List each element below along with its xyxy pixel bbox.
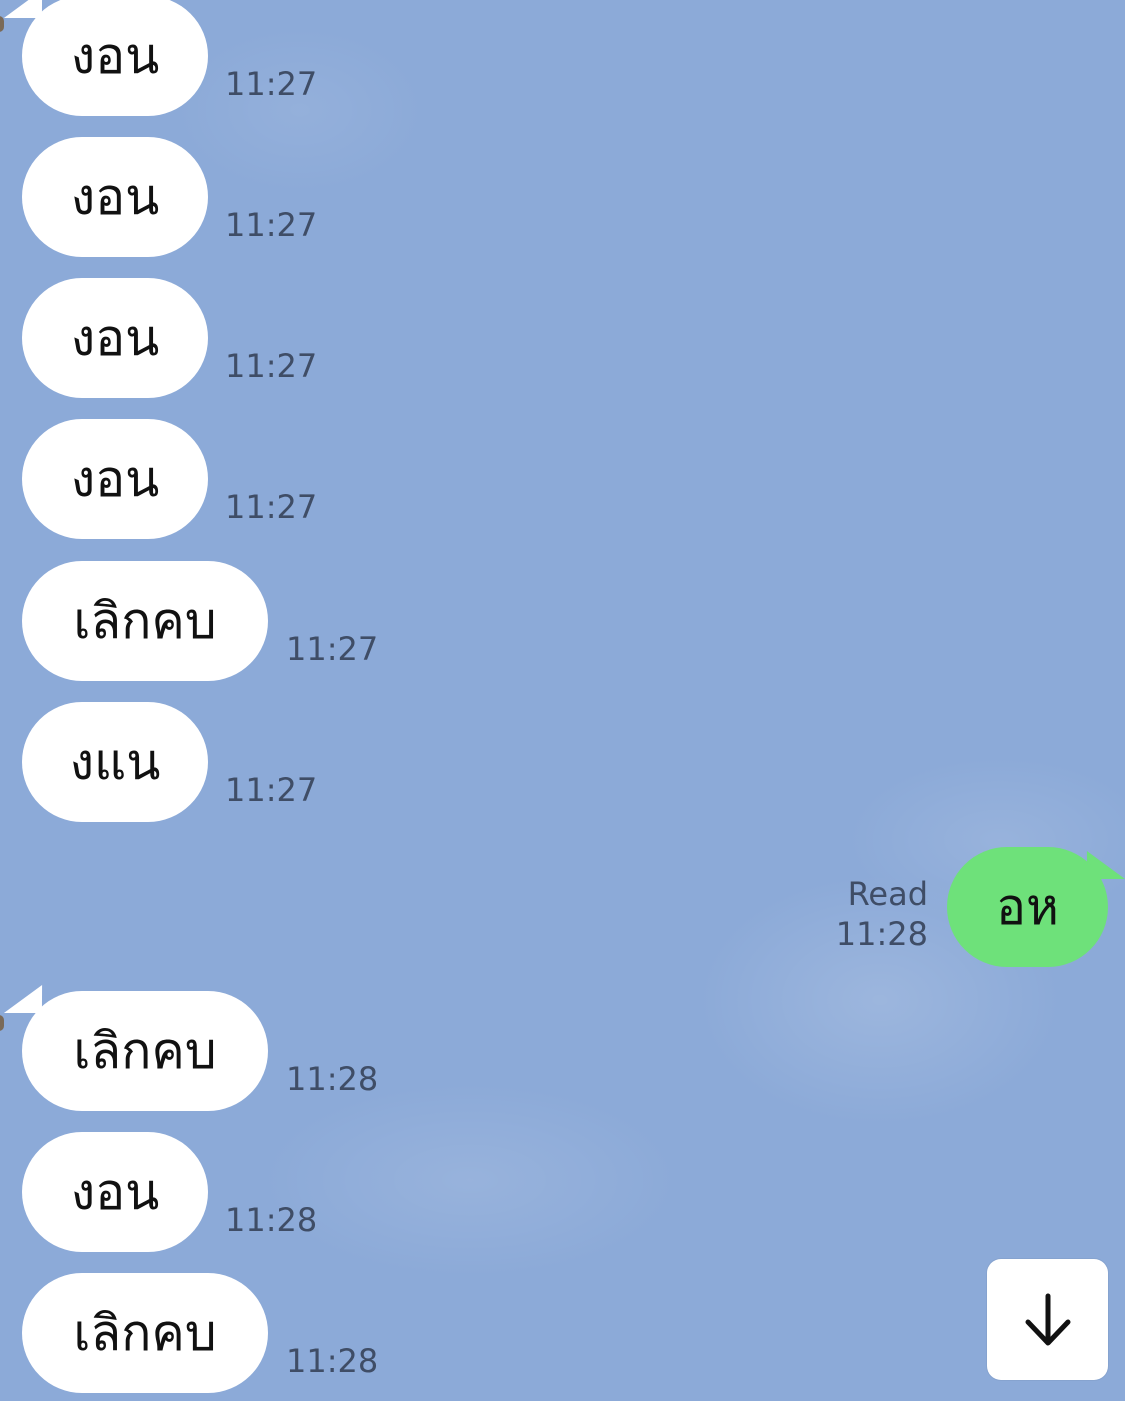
message-bubble-incoming[interactable]: งแน bbox=[22, 702, 208, 822]
message-time: 11:27 bbox=[225, 347, 318, 385]
message-text: งอน bbox=[70, 308, 160, 367]
message-row-incoming: งแน 11:27 bbox=[0, 702, 1125, 822]
message-row-incoming: งอน 11:27 bbox=[0, 137, 1125, 257]
message-bubble-incoming[interactable]: งอน bbox=[22, 0, 208, 116]
message-bubble-incoming[interactable]: เลิกคบ bbox=[22, 991, 268, 1111]
message-text: งแน bbox=[69, 732, 161, 791]
message-text: งอน bbox=[70, 26, 160, 85]
read-receipt: Read bbox=[847, 875, 928, 913]
message-row-incoming: เลิกคบ 11:28 bbox=[0, 1273, 1125, 1393]
message-time: 11:27 bbox=[225, 488, 318, 526]
chat-background: งอน 11:27 งอน 11:27 งอน 11:27 งอน 11:27 … bbox=[0, 0, 1125, 1401]
message-bubble-incoming[interactable]: งอน bbox=[22, 1132, 208, 1252]
message-row-incoming: เลิกคบ 11:28 bbox=[0, 985, 1125, 1111]
message-bubble-outgoing[interactable]: อห bbox=[947, 847, 1108, 967]
avatar-edge bbox=[0, 16, 4, 32]
message-time: 11:28 bbox=[225, 1201, 318, 1239]
message-bubble-incoming[interactable]: งอน bbox=[22, 419, 208, 539]
message-text: งอน bbox=[70, 167, 160, 226]
message-row-incoming: งอน 11:27 bbox=[0, 278, 1125, 398]
message-row-incoming: งอน 11:28 bbox=[0, 1132, 1125, 1252]
message-text: เลิกคบ bbox=[73, 1021, 217, 1080]
message-bubble-incoming[interactable]: งอน bbox=[22, 137, 208, 257]
message-time: 11:28 bbox=[286, 1342, 379, 1380]
message-bubble-incoming[interactable]: งอน bbox=[22, 278, 208, 398]
message-text: เลิกคบ bbox=[73, 591, 217, 650]
message-time: 11:27 bbox=[225, 206, 318, 244]
message-text: งอน bbox=[70, 1162, 160, 1221]
scroll-to-bottom-button[interactable] bbox=[987, 1259, 1108, 1380]
message-time: 11:28 bbox=[835, 915, 928, 953]
message-text: เลิกคบ bbox=[73, 1303, 217, 1362]
avatar-edge bbox=[0, 1015, 4, 1031]
message-row-incoming: งอน 11:27 bbox=[0, 0, 1125, 116]
message-row-incoming: งอน 11:27 bbox=[0, 419, 1125, 539]
message-row-incoming: เลิกคบ 11:27 bbox=[0, 561, 1125, 681]
arrow-down-icon bbox=[1025, 1293, 1070, 1345]
message-time: 11:27 bbox=[286, 630, 379, 668]
message-text: งอน bbox=[70, 449, 160, 508]
message-bubble-incoming[interactable]: เลิกคบ bbox=[22, 561, 268, 681]
message-time: 11:27 bbox=[225, 65, 318, 103]
message-time: 11:27 bbox=[225, 771, 318, 809]
message-time: 11:28 bbox=[286, 1060, 379, 1098]
message-meta: Read 11:28 bbox=[836, 874, 928, 954]
message-text: อห bbox=[996, 877, 1059, 936]
message-row-outgoing: อห Read 11:28 bbox=[0, 847, 1125, 967]
message-bubble-incoming[interactable]: เลิกคบ bbox=[22, 1273, 268, 1393]
